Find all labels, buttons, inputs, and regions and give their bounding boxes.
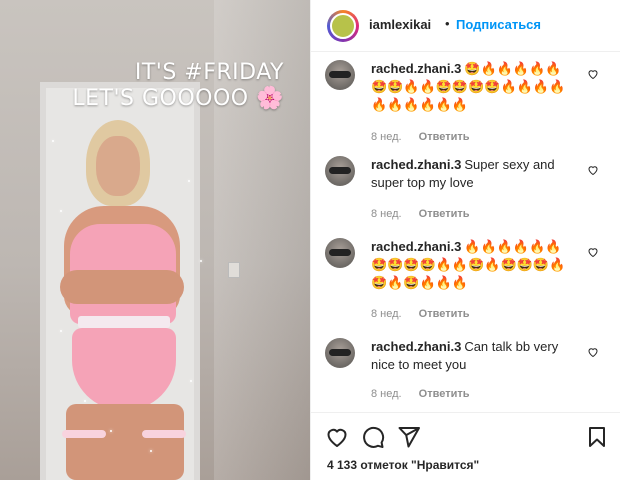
story-caption: IT'S #FRIDAY LET'S GOOOOO 🌸 — [72, 60, 284, 112]
reply-button[interactable]: Ответить — [419, 131, 470, 143]
follow-button[interactable]: Подписаться — [456, 17, 541, 32]
commenter-avatar[interactable] — [325, 238, 355, 268]
like-comment-icon[interactable] — [587, 68, 599, 80]
commenter-avatar[interactable] — [325, 60, 355, 90]
commenter-username[interactable]: rached.zhani.3 — [371, 239, 461, 254]
share-icon[interactable] — [397, 425, 421, 449]
bookmark-icon[interactable] — [585, 425, 609, 449]
sparkle — [200, 260, 202, 262]
sparkle — [188, 180, 190, 182]
comments-list[interactable]: rached.zhani.3 🤩🔥🔥🔥🔥🔥🤩🤩🔥🔥🤩🤩🤩🤩🔥🔥🔥🔥🔥🔥🔥🔥🔥🔥 8… — [311, 52, 620, 412]
comment-meta: 8 нед. Ответить — [371, 388, 484, 400]
sparkle — [60, 210, 62, 212]
commenter-username[interactable]: rached.zhani.3 — [371, 61, 461, 76]
like-comment-icon[interactable] — [587, 346, 599, 358]
author-username[interactable]: iamlexikai — [369, 17, 431, 32]
comment-meta: 8 нед. Ответить — [371, 208, 484, 220]
comment-meta: 8 нед. Ответить — [371, 308, 484, 320]
post-actions: 4 133 отметок "Нравится" — [311, 412, 620, 480]
photo-subject — [56, 120, 196, 480]
comment-age: 8 нед. — [371, 131, 402, 143]
commenter-username[interactable]: rached.zhani.3 — [371, 339, 461, 354]
reply-button[interactable]: Ответить — [419, 308, 470, 320]
comment-item: rached.zhani.3 🤩🔥🔥🔥🔥🔥🤩🤩🔥🔥🤩🤩🤩🤩🔥🔥🔥🔥🔥🔥🔥🔥🔥🔥 8… — [325, 60, 605, 144]
commenter-avatar[interactable] — [325, 156, 355, 186]
commenter-avatar[interactable] — [325, 338, 355, 368]
sparkle — [60, 330, 62, 332]
commenter-username[interactable]: rached.zhani.3 — [371, 157, 461, 172]
sparkle — [84, 400, 86, 402]
comment-body: rached.zhani.3 Can talk bb very nice to m… — [371, 338, 567, 374]
story-caption-line2: LET'S GOOOOO 🌸 — [72, 86, 284, 111]
comment-icon[interactable] — [361, 425, 385, 449]
heart-icon[interactable] — [325, 425, 349, 449]
comment-age: 8 нед. — [371, 388, 402, 400]
sparkle — [190, 380, 192, 382]
comment-body: rached.zhani.3 🔥🔥🔥🔥🔥🔥🤩🤩🤩🤩🔥🔥🤩🔥🤩🤩🤩🔥🤩🔥🤩🔥🔥🔥 — [371, 238, 567, 292]
comment-item: rached.zhani.3 Super sexy and super top m… — [325, 156, 605, 226]
sparkle — [110, 430, 112, 432]
comment-item: rached.zhani.3 🔥🔥🔥🔥🔥🔥🤩🤩🤩🤩🔥🔥🤩🔥🤩🤩🤩🔥🤩🔥🤩🔥🔥🔥 8… — [325, 238, 605, 326]
comment-body: rached.zhani.3 🤩🔥🔥🔥🔥🔥🤩🤩🔥🔥🤩🤩🤩🤩🔥🔥🔥🔥🔥🔥🔥🔥🔥🔥 — [371, 60, 567, 114]
reply-button[interactable]: Ответить — [419, 388, 470, 400]
comment-age: 8 нед. — [371, 208, 402, 220]
avatar[interactable] — [327, 10, 359, 42]
like-comment-icon[interactable] — [587, 246, 599, 258]
comment-age: 8 нед. — [371, 308, 402, 320]
story-caption-line1: IT'S #FRIDAY — [134, 60, 284, 85]
separator-dot: • — [445, 16, 450, 31]
reply-button[interactable]: Ответить — [419, 208, 470, 220]
sparkle — [52, 140, 54, 142]
comment-meta: 8 нед. Ответить — [371, 131, 484, 143]
likes-count[interactable]: 4 133 отметок "Нравится" — [327, 458, 479, 472]
post-header: iamlexikai • Подписаться — [311, 0, 620, 52]
like-comment-icon[interactable] — [587, 164, 599, 176]
comment-body: rached.zhani.3 Super sexy and super top m… — [371, 156, 567, 192]
light-switch — [228, 262, 240, 278]
sparkle — [150, 450, 152, 452]
post-media[interactable]: IT'S #FRIDAY LET'S GOOOOO 🌸 — [0, 0, 310, 480]
comment-item: rached.zhani.3 Can talk bb very nice to m… — [325, 338, 605, 408]
